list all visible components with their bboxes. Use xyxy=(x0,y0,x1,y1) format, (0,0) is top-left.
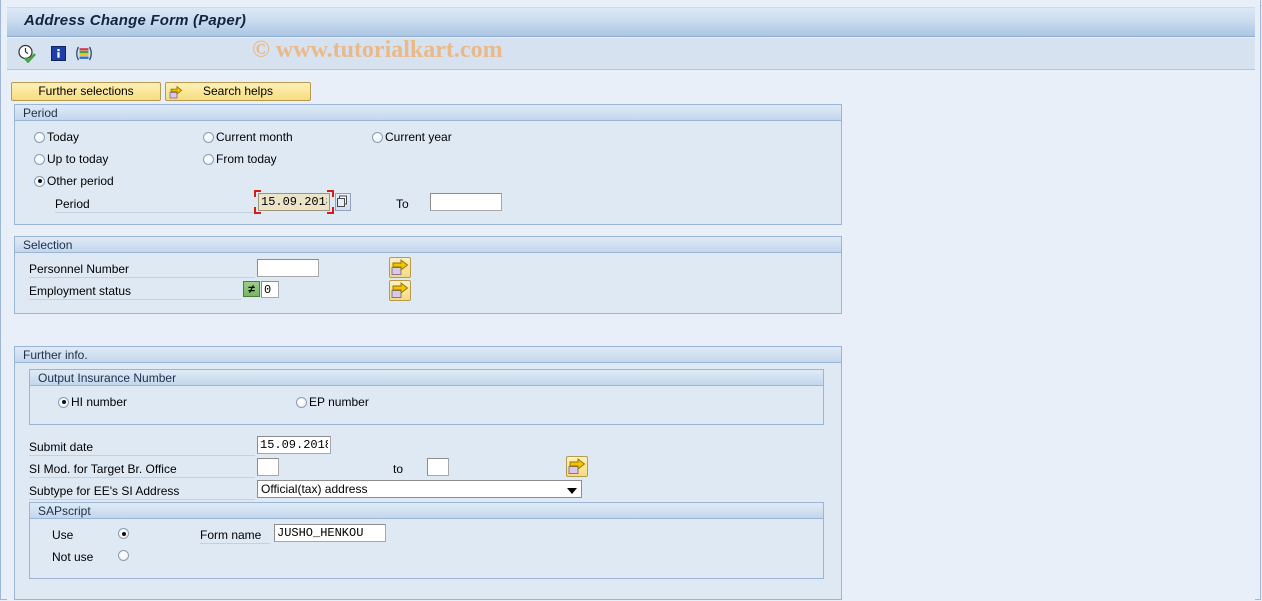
period-to-input[interactable] xyxy=(430,193,502,211)
radio-current-month-label: Current month xyxy=(216,130,293,144)
form-name-input[interactable] xyxy=(274,524,386,542)
sapscript-group: SAPscript Use Not use Form name xyxy=(29,502,824,579)
title-bar: Address Change Form (Paper) xyxy=(7,7,1255,37)
employment-status-input[interactable] xyxy=(261,281,279,298)
personnel-number-input[interactable] xyxy=(257,259,319,277)
sapscript-group-header: SAPscript xyxy=(30,503,823,519)
submit-date-rule xyxy=(29,455,255,456)
period-to-label: To xyxy=(396,197,409,211)
personnel-number-label: Personnel Number xyxy=(29,262,130,276)
toolbar xyxy=(7,38,1255,70)
search-helps-button[interactable]: Search helps xyxy=(165,82,311,101)
search-helps-label: Search helps xyxy=(202,84,274,98)
radio-today-dot xyxy=(34,131,45,143)
subtype-rule xyxy=(29,499,255,500)
period-group-header: Period xyxy=(15,105,841,121)
radio-ep-number-dot xyxy=(296,396,307,408)
submit-date-label: Submit date xyxy=(29,440,94,454)
si-mod-from-input[interactable] xyxy=(257,458,279,476)
subtype-label: Subtype for EE's SI Address xyxy=(29,484,180,498)
sapscript-use-label: Use xyxy=(52,528,74,542)
employment-status-operator-button[interactable]: ≠ xyxy=(243,281,260,297)
page-title: Address Change Form (Paper) xyxy=(24,12,247,29)
radio-hi-number-dot xyxy=(58,396,69,408)
form-name-label: Form name xyxy=(200,528,262,542)
output-insurance-number-title: Output Insurance Number xyxy=(38,371,177,385)
si-mod-to-label: to xyxy=(393,462,404,476)
radio-today-label: Today xyxy=(47,130,80,144)
period-from-input[interactable] xyxy=(258,193,330,211)
subtype-dropdown-value: Official(tax) address xyxy=(261,482,368,496)
selection-group-title: Selection xyxy=(23,238,73,252)
radio-current-year-dot xyxy=(372,131,383,143)
selection-group: Selection Personnel Number Employment st… xyxy=(14,236,842,314)
employment-status-rule xyxy=(29,299,241,300)
radio-ep-number-label: EP number xyxy=(309,395,369,409)
info-icon[interactable] xyxy=(49,44,68,63)
radio-other-period[interactable]: Other period xyxy=(34,174,114,188)
submit-date-input[interactable] xyxy=(257,436,331,454)
si-mod-to-input[interactable] xyxy=(427,458,449,476)
radio-current-month[interactable]: Current month xyxy=(203,130,293,144)
further-info-group-header: Further info. xyxy=(15,347,841,363)
content-area: Further selections Search helps Period T… xyxy=(7,71,1255,600)
radio-other-period-dot xyxy=(34,175,45,187)
radio-other-period-label: Other period xyxy=(47,174,114,188)
radio-current-month-dot xyxy=(203,131,214,143)
radio-sapscript-not-use[interactable] xyxy=(118,550,129,561)
period-group-title: Period xyxy=(23,106,58,120)
selection-group-header: Selection xyxy=(15,237,841,253)
form-name-rule xyxy=(200,543,270,544)
radio-from-today-dot xyxy=(203,153,214,165)
employment-status-label: Employment status xyxy=(29,284,132,298)
further-selections-button[interactable]: Further selections xyxy=(11,82,161,101)
sapscript-not-use-label: Not use xyxy=(52,550,94,564)
radio-up-to-today[interactable]: Up to today xyxy=(34,152,108,166)
radio-from-today[interactable]: From today xyxy=(203,152,277,166)
subtype-dropdown[interactable]: Official(tax) address xyxy=(257,480,582,498)
sap-selection-screen: Address Change Form (Paper) © www.tutori… xyxy=(0,0,1262,601)
employment-status-multi-select-button[interactable] xyxy=(389,280,411,301)
personnel-number-multi-select-button[interactable] xyxy=(389,257,411,278)
chevron-down-icon xyxy=(567,488,577,494)
radio-current-year[interactable]: Current year xyxy=(372,130,452,144)
variant-stripes-icon[interactable] xyxy=(75,44,94,63)
further-info-group-title: Further info. xyxy=(23,348,88,362)
output-insurance-number-header: Output Insurance Number xyxy=(30,370,823,386)
radio-sapscript-use[interactable] xyxy=(118,528,129,539)
period-value-help-icon[interactable] xyxy=(335,193,351,211)
si-mod-label: SI Mod. for Target Br. Office xyxy=(29,462,177,476)
radio-hi-number[interactable]: HI number xyxy=(58,395,127,409)
output-insurance-number-group: Output Insurance Number HI number EP num… xyxy=(29,369,824,425)
radio-from-today-label: From today xyxy=(216,152,277,166)
search-helps-arrow-icon xyxy=(169,85,183,99)
radio-ep-number[interactable]: EP number xyxy=(296,395,369,409)
personnel-number-rule xyxy=(29,277,255,278)
period-from-field-wrapper xyxy=(254,190,334,214)
period-label-rule xyxy=(55,212,260,213)
radio-today[interactable]: Today xyxy=(34,130,79,144)
si-mod-multi-select-button[interactable] xyxy=(566,456,588,477)
further-info-group: Further info. Output Insurance Number HI… xyxy=(14,346,842,600)
si-mod-rule xyxy=(29,477,255,478)
radio-up-to-today-label: Up to today xyxy=(47,152,109,166)
period-field-label: Period xyxy=(55,197,90,211)
radio-current-year-label: Current year xyxy=(385,130,452,144)
sapscript-group-title: SAPscript xyxy=(38,504,91,518)
radio-up-to-today-dot xyxy=(34,153,45,165)
execute-clock-check-icon[interactable] xyxy=(17,44,36,63)
period-group: Period Today Current month Current year … xyxy=(14,104,842,225)
radio-hi-number-label: HI number xyxy=(71,395,128,409)
